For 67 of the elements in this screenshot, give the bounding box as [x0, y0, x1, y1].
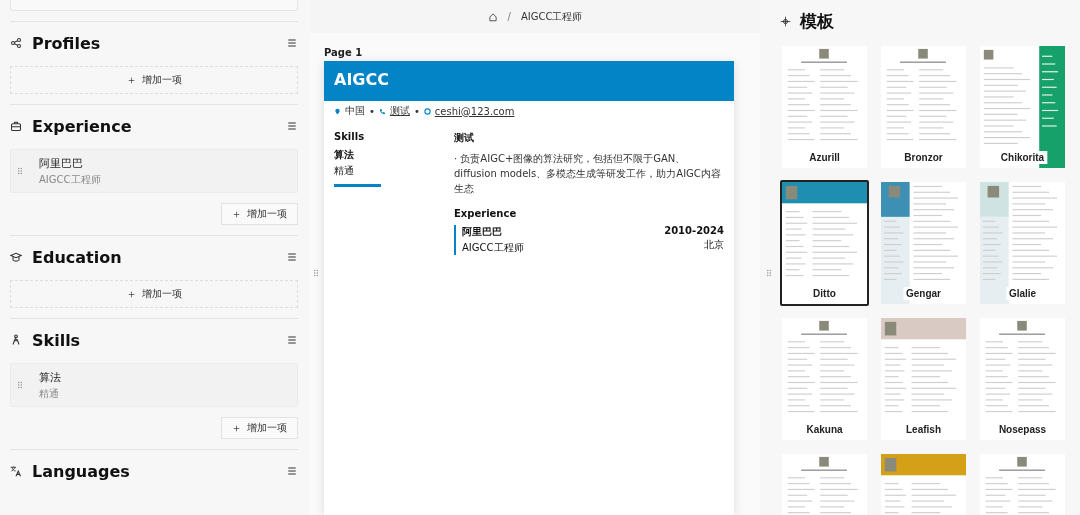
- section-title: Education: [32, 247, 123, 267]
- template-card[interactable]: Bronzor: [879, 44, 968, 170]
- company-name: 阿里巴巴: [462, 226, 502, 237]
- skill-name: 算法: [334, 148, 355, 162]
- item-title: 阿里巴巴: [39, 155, 84, 171]
- menu-icon: [286, 251, 298, 263]
- bullet-separator: •: [369, 105, 375, 117]
- job-location: 北京: [703, 238, 724, 252]
- list-item[interactable]: 算法 精通: [10, 363, 298, 407]
- plus-icon: [232, 209, 241, 219]
- menu-icon: [286, 334, 298, 346]
- plus-icon: [232, 423, 241, 433]
- drag-handle-icon: [15, 380, 25, 390]
- add-item-button[interactable]: 增加一项: [10, 280, 298, 308]
- list-item[interactable]: 阿里巴巴 AIGCC工程师: [10, 149, 298, 193]
- skill-level: 精通: [334, 164, 355, 178]
- add-item-button[interactable]: 增加一项: [10, 66, 298, 94]
- template-card[interactable]: Leafish: [879, 316, 968, 442]
- plus-icon: [126, 289, 136, 299]
- phone-icon: [378, 107, 386, 115]
- item-subtitle: AIGCC工程师: [39, 172, 101, 187]
- section-title: Languages: [32, 461, 131, 481]
- breadcrumb-item[interactable]: AIGCC工程师: [520, 9, 583, 24]
- item-subtitle: 精通: [39, 386, 60, 401]
- home-icon: [487, 11, 498, 22]
- job-title: AIGCC工程师: [462, 241, 524, 255]
- contact-link[interactable]: 测试: [389, 104, 410, 118]
- menu-icon: [286, 120, 298, 132]
- section-heading: Experience: [454, 208, 518, 219]
- template-card[interactable]: Glalie: [978, 180, 1067, 306]
- item-title: 算法: [39, 369, 61, 385]
- person-icon: [10, 334, 22, 346]
- menu-icon: [286, 465, 298, 477]
- contact-link[interactable]: ceshi@123.com: [434, 105, 515, 117]
- drag-handle-icon: [15, 166, 25, 176]
- panel-title: 模板: [800, 9, 834, 33]
- summary-text: · 负责AIGC+图像的算法研究，包括但不限于GAN、diffusion models、多模态生成等研发工作，助力AIGC内容生态: [454, 152, 722, 196]
- template-card[interactable]: Azurill: [780, 44, 869, 170]
- section-title: Experience: [32, 116, 133, 136]
- section-heading: 测试: [454, 131, 475, 145]
- section-heading: Skills: [334, 131, 366, 142]
- drag-handle-icon[interactable]: [764, 268, 774, 278]
- add-item-button[interactable]: 增加一项: [221, 203, 298, 225]
- add-item-button[interactable]: 增加一项: [221, 417, 298, 439]
- translate-icon: [10, 465, 22, 477]
- contact-text: 中国: [345, 104, 365, 118]
- menu-icon: [286, 37, 298, 49]
- page-label: Page 1: [324, 47, 364, 58]
- plus-icon: [126, 75, 136, 85]
- date-range: 2010-2024: [664, 225, 724, 236]
- at-sign-icon: [423, 107, 431, 115]
- breadcrumb-separator: /: [507, 11, 511, 22]
- template-card[interactable]: Nosepass: [978, 316, 1067, 442]
- briefcase-icon: [10, 120, 22, 132]
- template-icon: [780, 15, 791, 27]
- template-card[interactable]: Ditto: [780, 180, 869, 306]
- template-card[interactable]: Gengar: [879, 180, 968, 306]
- section-title: Profiles: [32, 33, 102, 53]
- bullet-separator: •: [413, 105, 420, 117]
- drag-handle-icon[interactable]: [311, 268, 321, 278]
- location-pin-icon: [334, 107, 341, 115]
- resume-name: AIGCC: [334, 70, 389, 89]
- section-title: Skills: [32, 330, 82, 350]
- template-card[interactable]: Chikorita: [978, 44, 1067, 170]
- template-card[interactable]: Kakuna: [780, 316, 869, 442]
- graduation-cap-icon: [10, 251, 22, 263]
- share-icon: [10, 37, 22, 49]
